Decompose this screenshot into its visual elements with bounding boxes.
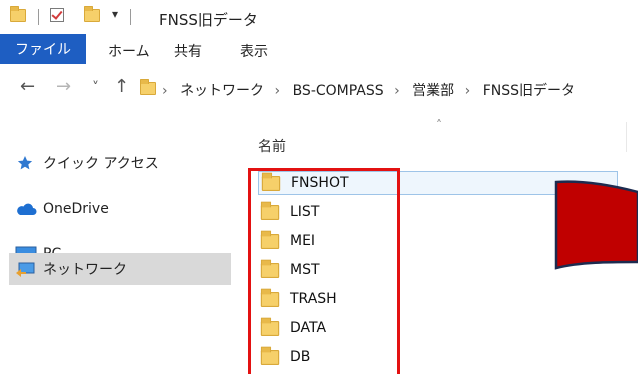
sort-ascending-icon: ˄ [436,118,442,132]
divider [130,9,131,25]
navigation-pane: クイック アクセス OneDrive PC ネットワーク [0,112,238,369]
window-title: FNSS旧データ [159,11,258,29]
tab-view[interactable]: 表示 [240,41,268,61]
tab-file[interactable]: ファイル [0,34,86,64]
forward-button[interactable]: → [56,76,71,97]
network-icon [16,262,35,277]
cloud-icon [17,203,37,215]
tab-share[interactable]: 共有 [174,41,202,61]
column-header-name[interactable]: 名前 [258,136,286,156]
breadcrumb-sales-dept[interactable]: 営業部 [412,83,454,99]
breadcrumb-separator: › [394,83,400,99]
breadcrumb-separator: › [464,83,471,99]
sidebar-item-quick-access[interactable]: クイック アクセス [9,147,231,179]
divider [38,9,39,25]
tab-home[interactable]: ホーム [108,41,150,61]
folder-icon [10,6,26,26]
breadcrumb-separator: › [162,83,168,99]
breadcrumb-fnss-old-data[interactable]: FNSS旧データ [483,83,575,99]
sidebar-item-network[interactable]: ネットワーク [9,253,231,285]
sidebar-item-label: クイック アクセス [43,156,159,172]
sidebar-item-label: ネットワーク [43,262,127,278]
sidebar-item-onedrive[interactable]: OneDrive [9,193,231,225]
highlight-box [248,168,400,374]
recent-locations-button[interactable]: ˅ [92,80,99,96]
column-divider [626,122,627,152]
navigation-bar: ← → ˅ ↑ › ネットワーク › BS-COMPASS › 営業部 › FN… [0,66,638,113]
title-bar: ▾ FNSS旧データ [0,0,638,34]
breadcrumb-bs-compass[interactable]: BS-COMPASS [293,83,384,99]
up-button[interactable]: ↑ [114,76,129,97]
breadcrumb-network[interactable]: ネットワーク [180,83,264,99]
star-icon [17,156,33,170]
ribbon-tabs: ファイル ホーム 共有 表示 [0,34,638,66]
breadcrumb[interactable]: › ネットワーク › BS-COMPASS › 営業部 › FNSS旧データ [162,80,581,100]
sidebar-item-label: OneDrive [43,201,109,217]
quick-access-toolbar-dropdown[interactable]: ▾ [112,7,118,21]
folder-icon [140,79,156,99]
new-folder-icon[interactable] [84,6,100,26]
breadcrumb-separator: › [274,83,281,99]
properties-check-icon[interactable] [50,8,64,26]
back-button[interactable]: ← [20,76,35,97]
